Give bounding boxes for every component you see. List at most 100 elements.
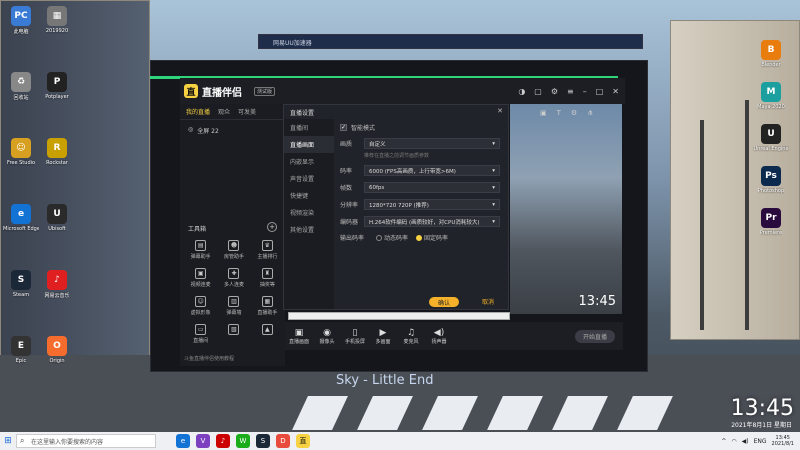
wifi-icon[interactable]: ◠ <box>731 438 736 445</box>
windows-start-icon[interactable]: ⊞ <box>0 432 16 450</box>
desktop-icon[interactable]: PC 此电脑 <box>4 6 38 35</box>
toolbar-item[interactable]: ◀) 扬声器 <box>425 328 453 345</box>
tool-item[interactable]: ▤ 弹幕助手 <box>184 240 217 260</box>
netease-taskbar-icon[interactable]: ♪ <box>216 434 230 448</box>
close-icon[interactable]: ✕ <box>612 87 619 96</box>
close-icon[interactable]: ✕ <box>497 107 503 115</box>
maximize-icon[interactable]: □ <box>596 87 604 96</box>
desktop-icon[interactable]: P Potplayer <box>40 72 74 100</box>
eye-icon[interactable]: ◎ <box>188 126 193 135</box>
skin-icon[interactable]: ◑ <box>518 87 525 96</box>
tool-item[interactable]: ☻ 房管助手 <box>217 240 250 260</box>
toolbar-item[interactable]: ▣ 直播画面 <box>285 328 313 345</box>
toolbar-item[interactable]: ▯ 手机投屏 <box>341 328 369 345</box>
background-window[interactable]: 网易UU加速器 <box>258 34 643 49</box>
tool-item[interactable]: ▣ 视频连麦 <box>184 268 217 288</box>
settings-dialog: 直播设置 ✕ 直播间 直播画面 内嵌显示 声音设置 快捷键 视频渲染 其他设置 ✓ 智能模式… <box>283 104 509 310</box>
settings-nav-item[interactable]: 直播画面 <box>284 136 334 153</box>
minimize-icon[interactable]: – <box>583 87 587 96</box>
taskbar-search[interactable]: ⌕ 在这里输入你要搜索的内容 <box>16 434 156 448</box>
toolbar-item[interactable]: ♫ 麦克风 <box>397 328 425 345</box>
desktop-icon[interactable]: M Maya 2020 <box>754 82 788 110</box>
tab-audience[interactable]: 观众 <box>218 107 230 116</box>
tab-other[interactable]: 可发美 <box>238 107 256 116</box>
settings-select[interactable]: H.264软件编码 (画质较好，对CPU消耗较大) ▾ <box>364 216 500 227</box>
language-indicator[interactable]: ENG <box>754 438 767 445</box>
tool-item[interactable]: ♜ 抽奖等 <box>251 268 284 288</box>
edge-taskbar-icon[interactable]: e <box>176 434 190 448</box>
chevron-down-icon: ▾ <box>492 167 495 174</box>
tools-more-button[interactable]: + <box>267 222 277 232</box>
start-live-button[interactable]: 开始直播 <box>574 329 615 343</box>
volume-icon[interactable]: ◀) <box>742 438 749 445</box>
tool-item[interactable]: ☺ 虚拟形象 <box>184 296 217 316</box>
desktop-icon[interactable]: ♻ 回收站 <box>4 72 38 101</box>
settings-select[interactable]: 6000 (FPS高画质，上行带宽>6M) ▾ <box>364 165 500 176</box>
desktop-icon[interactable]: S Steam <box>4 270 38 298</box>
desktop-icon[interactable]: R Rockstar <box>40 138 74 166</box>
tab-my-live[interactable]: 我的直播 <box>186 107 210 116</box>
settings-select[interactable]: 自定义 ▾ <box>364 138 500 149</box>
chevron-down-icon: ▾ <box>492 218 495 225</box>
gear-icon[interactable]: ⚙ <box>571 109 577 117</box>
scene-item[interactable]: ◎ 全屏 22 <box>180 120 285 141</box>
toolbar-item[interactable]: ◉ 摄像头 <box>313 328 341 345</box>
settings-nav-item[interactable]: 其他设置 <box>284 221 334 238</box>
settings-select[interactable]: 1280*720 720P (推荐) ▾ <box>364 199 500 210</box>
desktop-icon[interactable]: U Unreal Engine <box>753 124 789 152</box>
live-companion-taskbar-icon[interactable]: 直 <box>296 434 310 448</box>
speaker-icon: ◀) <box>433 327 445 338</box>
folder-icon: ▦ <box>47 6 67 26</box>
settings-nav-item[interactable]: 快捷键 <box>284 187 334 204</box>
url-bar[interactable] <box>288 312 510 320</box>
tool-item[interactable]: ♛ 主播排行 <box>251 240 284 260</box>
desktop-icon[interactable]: ♪ 网易云音乐 <box>40 270 74 299</box>
text-icon[interactable]: T <box>557 109 561 117</box>
lock-icon[interactable]: ▣ <box>540 109 547 117</box>
settings-select[interactable]: 60fps ▾ <box>364 182 500 193</box>
song-title: Sky - Little End <box>336 373 434 388</box>
steam-taskbar-icon[interactable]: S <box>256 434 270 448</box>
tool-item[interactable]: ▥ 弹幕墙 <box>217 296 250 316</box>
tool-item[interactable]: ✚ 多人连麦 <box>217 268 250 288</box>
desktop-icon[interactable]: O Origin <box>40 336 74 364</box>
desktop-icon[interactable]: e Microsoft Edge <box>3 204 39 232</box>
settings-nav-item[interactable]: 直播间 <box>284 119 334 136</box>
desktop-icon[interactable]: Ps Photoshop <box>754 166 788 194</box>
tool-item[interactable]: ▭ 直播间 <box>184 324 217 344</box>
tool-item[interactable]: ▲ <box>251 324 284 344</box>
settings-row: 编码器 H.264软件编码 (画质较好，对CPU消耗较大) ▾ <box>340 216 500 227</box>
cancel-button[interactable]: 取消 <box>482 297 494 306</box>
settings-icon[interactable]: ⚙ <box>551 87 558 96</box>
hw-accel-label: 智能模式 <box>351 125 376 132</box>
desktop-icon[interactable]: U Ubisoft <box>40 204 74 232</box>
vs-taskbar-icon[interactable]: V <box>196 434 210 448</box>
tutorial-link[interactable]: 斗鱼直播伴侣使用教程 <box>184 355 234 362</box>
tool-label: 主播排行 <box>257 254 278 260</box>
douyu-taskbar-icon[interactable]: D <box>276 434 290 448</box>
confirm-button[interactable]: 确认 <box>429 297 459 307</box>
message-icon[interactable]: ▢ <box>534 87 542 96</box>
tool-item[interactable]: ▦ 直播助手 <box>251 296 284 316</box>
wechat-taskbar-icon[interactable]: W <box>236 434 250 448</box>
settings-nav-item[interactable]: 内嵌显示 <box>284 153 334 170</box>
window-controls: ◑ ▢ ⚙ ≡ – □ ✕ <box>518 87 625 96</box>
taskbar-clock[interactable]: 13:45 2021/8/1 <box>772 435 794 447</box>
radio-fixed[interactable] <box>416 234 423 241</box>
tray-up-icon[interactable]: ^ <box>721 438 726 445</box>
edge-icon: e <box>11 204 31 224</box>
settings-nav-item[interactable]: 视频渲染 <box>284 204 334 221</box>
desktop-icon[interactable]: B Blender <box>754 40 788 68</box>
menu-icon[interactable]: ≡ <box>567 87 574 96</box>
settings-nav-item[interactable]: 声音设置 <box>284 170 334 187</box>
desktop-icon[interactable]: ▦ 2019920 <box>40 6 74 34</box>
desktop-icon[interactable]: Pr Premiere <box>754 208 788 236</box>
desktop-icon[interactable]: ☺ Free Studio <box>4 138 38 166</box>
toolbar-item-label: 扬声器 <box>431 338 447 345</box>
share-icon[interactable]: ⋔ <box>587 109 593 117</box>
toolbar-item[interactable]: ▶ 多画面 <box>369 328 397 345</box>
hw-accel-checkbox[interactable]: ✓ <box>340 124 347 131</box>
desktop-icon[interactable]: E Epic <box>4 336 38 364</box>
radio-dynamic[interactable] <box>376 234 382 241</box>
tool-item[interactable]: ▧ <box>217 324 250 344</box>
